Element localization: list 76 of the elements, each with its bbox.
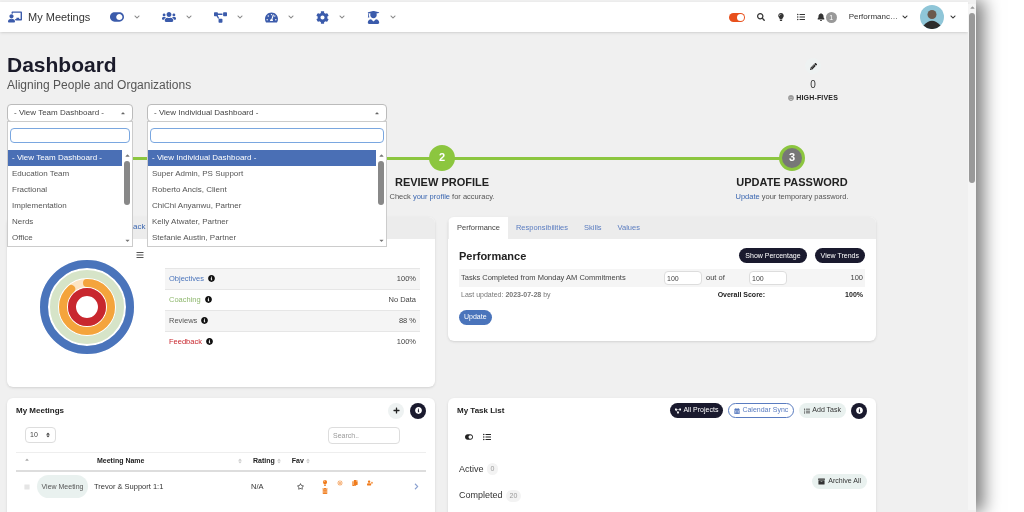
- theme-switch[interactable]: [728, 12, 745, 22]
- diagram-icon[interactable]: [214, 10, 228, 24]
- page-scrollbar[interactable]: [968, 4, 976, 510]
- diagram-icon: [675, 407, 682, 414]
- favorite-star-icon[interactable]: [297, 483, 304, 490]
- high-fives-count: 0: [810, 78, 816, 92]
- lightbulb-icon[interactable]: [776, 13, 785, 21]
- info-icon[interactable]: [208, 275, 215, 282]
- select-field[interactable]: - View Team Dashboard -: [7, 103, 133, 122]
- info-icon[interactable]: [205, 338, 213, 345]
- step-title: UPDATE PASSWORD: [736, 174, 848, 190]
- smile-icon: [788, 95, 795, 102]
- tab[interactable]: ack: [133, 220, 146, 233]
- search-icon[interactable]: [756, 13, 765, 21]
- bell-icon[interactable]: [816, 13, 825, 21]
- sort-icon: [45, 432, 51, 438]
- archive-icon: [818, 478, 826, 485]
- plus-icon: [392, 407, 400, 414]
- search-field[interactable]: [10, 128, 130, 143]
- dropdown-option[interactable]: Implementation: [8, 197, 122, 214]
- dropdown-option[interactable]: Kelly Atwater, Partner: [148, 213, 376, 230]
- select-field[interactable]: - View Individual Dashboard -: [147, 103, 387, 122]
- dropdown-option[interactable]: Fractional: [8, 181, 122, 198]
- settings-icon[interactable]: [316, 10, 330, 24]
- dropdown-option[interactable]: - View Individual Dashboard -: [148, 149, 376, 166]
- dropdown-option[interactable]: - View Team Dashboard -: [8, 149, 122, 166]
- meeting-icon: [8, 10, 22, 24]
- chevron-right-icon[interactable]: [413, 483, 420, 490]
- list-icon: [804, 407, 811, 414]
- dropdown-option[interactable]: Education Team: [8, 165, 122, 182]
- dropdown-option[interactable]: Super Admin, PS Support: [148, 165, 376, 182]
- sort-icon[interactable]: [24, 458, 30, 464]
- section-title: Completed: [459, 489, 503, 502]
- info-icon: [414, 407, 422, 414]
- user-menu[interactable]: Performanc…: [848, 11, 908, 23]
- info-icon: [855, 407, 863, 414]
- scroll-up-icon[interactable]: [968, 4, 976, 11]
- copy-icon[interactable]: [352, 479, 358, 486]
- menu-icon[interactable]: [136, 250, 144, 259]
- add-user-icon[interactable]: [367, 479, 373, 486]
- delete-icon[interactable]: [322, 487, 328, 494]
- info-button[interactable]: [851, 402, 867, 419]
- search-field[interactable]: [150, 128, 384, 143]
- add-button[interactable]: [388, 402, 404, 419]
- list-view-icon[interactable]: [483, 432, 491, 441]
- users-icon[interactable]: [162, 10, 177, 24]
- chevron-down-icon[interactable]: [902, 14, 908, 20]
- sun-icon[interactable]: [337, 479, 343, 486]
- card-title: My Meetings: [16, 404, 64, 417]
- dropdown-option[interactable]: Roberto Ancis, Client: [148, 181, 376, 198]
- toggle-view-icon[interactable]: [465, 432, 473, 441]
- page-subtitle: Aligning People and Organizations: [7, 78, 192, 92]
- card-title: My Task List: [457, 404, 505, 417]
- list-icon[interactable]: [796, 13, 805, 21]
- dropdown-option[interactable]: Office: [8, 229, 122, 246]
- card-title: Performance: [459, 248, 527, 264]
- step-number: 3: [779, 144, 805, 171]
- calendar-icon: [734, 407, 741, 414]
- section-title: Active: [459, 462, 484, 476]
- info-icon[interactable]: [201, 317, 209, 324]
- toggle-icon[interactable]: [110, 10, 125, 24]
- page-title: Dashboard: [7, 53, 118, 77]
- pencil-icon: [809, 62, 817, 70]
- avatar[interactable]: [920, 5, 944, 29]
- dropdown-option[interactable]: ChiChi Anyanwu, Partner: [148, 197, 376, 214]
- step-title: REVIEW PROFILE: [394, 174, 490, 190]
- brand-name[interactable]: My Meetings: [28, 8, 91, 26]
- dropdown-option[interactable]: Nerds: [8, 213, 122, 230]
- gauge-icon[interactable]: [265, 10, 279, 24]
- dropdown-option[interactable]: Stefanie Austin, Partner: [148, 229, 376, 246]
- info-button[interactable]: [410, 402, 426, 419]
- info-icon[interactable]: [204, 296, 212, 303]
- drag-handle-icon[interactable]: [24, 483, 30, 490]
- graduate-icon[interactable]: [367, 10, 381, 24]
- chevron-down-icon[interactable]: [950, 14, 956, 20]
- step-number: 2: [429, 144, 455, 171]
